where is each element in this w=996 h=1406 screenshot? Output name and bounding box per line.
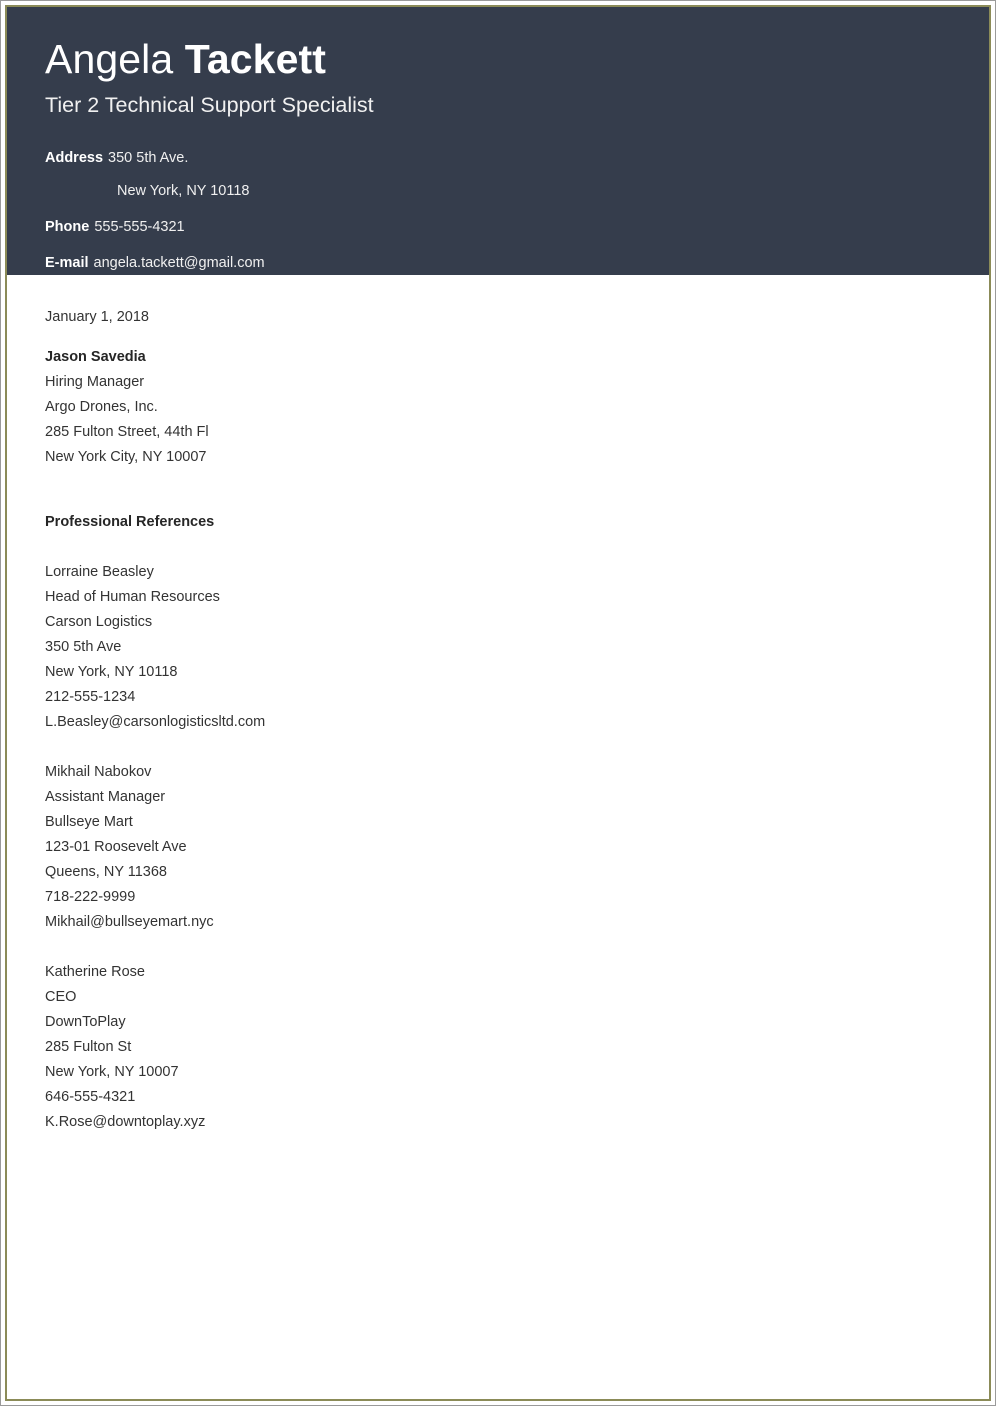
recipient-line-1: Hiring Manager bbox=[45, 374, 145, 390]
reference-name: Katherine Rose bbox=[45, 964, 145, 980]
contact-value-phone: 555-555-4321 bbox=[94, 219, 185, 235]
recipient-name: Jason Savedia bbox=[45, 349, 146, 365]
applicant-name: Angela Tackett bbox=[45, 37, 989, 81]
reference-street: 350 5th Ave bbox=[45, 639, 122, 655]
reference-email: L.Beasley@carsonlogisticsltd.com bbox=[45, 714, 266, 730]
contact-row-phone: Phone 555-555-4321 bbox=[45, 216, 989, 238]
applicant-first-name: Angela bbox=[45, 36, 185, 82]
reference-city: New York, NY 10007 bbox=[45, 1064, 179, 1080]
reference-title: Assistant Manager bbox=[45, 789, 166, 805]
reference-email: K.Rose@downtoplay.xyz bbox=[45, 1114, 206, 1130]
reference-company: Bullseye Mart bbox=[45, 814, 133, 830]
reference-name: Mikhail Nabokov bbox=[45, 764, 152, 780]
contact-label-email: E-mail bbox=[45, 255, 89, 272]
reference-name: Lorraine Beasley bbox=[45, 564, 154, 580]
reference-email: Mikhail@bullseyemart.nyc bbox=[45, 914, 214, 930]
reference-phone: 718-222-9999 bbox=[45, 889, 136, 905]
recipient-line-4: New York City, NY 10007 bbox=[45, 449, 207, 465]
reference-phone: 646-555-4321 bbox=[45, 1089, 136, 1105]
reference-city: Queens, NY 11368 bbox=[45, 864, 167, 880]
recipient-line-2: Argo Drones, Inc. bbox=[45, 399, 158, 415]
recipient-line-3: 285 Fulton Street, 44th Fl bbox=[45, 424, 209, 440]
resume-page: Angela Tackett Tier 2 Technical Support … bbox=[0, 0, 996, 1406]
document-date: January 1, 2018 bbox=[45, 309, 149, 325]
reference-city: New York, NY 10118 bbox=[45, 664, 178, 680]
contact-row-address: Address 350 5th Ave. New York, NY 10118 bbox=[45, 147, 989, 202]
applicant-last-name: Tackett bbox=[184, 36, 326, 82]
reference-company: DownToPlay bbox=[45, 1014, 126, 1030]
contact-details: Address 350 5th Ave. New York, NY 10118 P… bbox=[45, 147, 989, 275]
contact-label-phone: Phone bbox=[45, 219, 90, 235]
contact-value-email: angela.tackett@gmail.com bbox=[93, 255, 265, 272]
reference-entry: Mikhail Nabokov Assistant Manager Bullse… bbox=[45, 760, 951, 935]
job-title: Tier 2 Technical Support Specialist bbox=[45, 93, 374, 118]
section-heading-professional-references: Professional References bbox=[45, 514, 215, 530]
reference-title: CEO bbox=[45, 989, 77, 1005]
contact-label-address: Address bbox=[45, 150, 104, 167]
reference-title: Head of Human Resources bbox=[45, 589, 220, 605]
reference-street: 285 Fulton St bbox=[45, 1039, 132, 1055]
contact-row-email: E-mail angela.tackett@gmail.com bbox=[45, 252, 989, 274]
reference-street: 123-01 Roosevelt Ave bbox=[45, 839, 187, 855]
reference-phone: 212-555-1234 bbox=[45, 689, 136, 705]
resume-body: January 1, 2018 Jason Savedia Hiring Man… bbox=[7, 275, 989, 1135]
reference-entry: Katherine Rose CEO DownToPlay 285 Fulton… bbox=[45, 960, 951, 1135]
recipient-block: Jason Savedia Hiring Manager Argo Drones… bbox=[45, 345, 951, 470]
contact-value-address-line2: New York, NY 10118 bbox=[117, 182, 250, 199]
contact-value-address: 350 5th Ave. bbox=[108, 150, 189, 167]
reference-entry: Lorraine Beasley Head of Human Resources… bbox=[45, 560, 951, 735]
resume-header: Angela Tackett Tier 2 Technical Support … bbox=[7, 7, 989, 275]
reference-company: Carson Logistics bbox=[45, 614, 153, 630]
page-border-frame: Angela Tackett Tier 2 Technical Support … bbox=[5, 5, 991, 1401]
